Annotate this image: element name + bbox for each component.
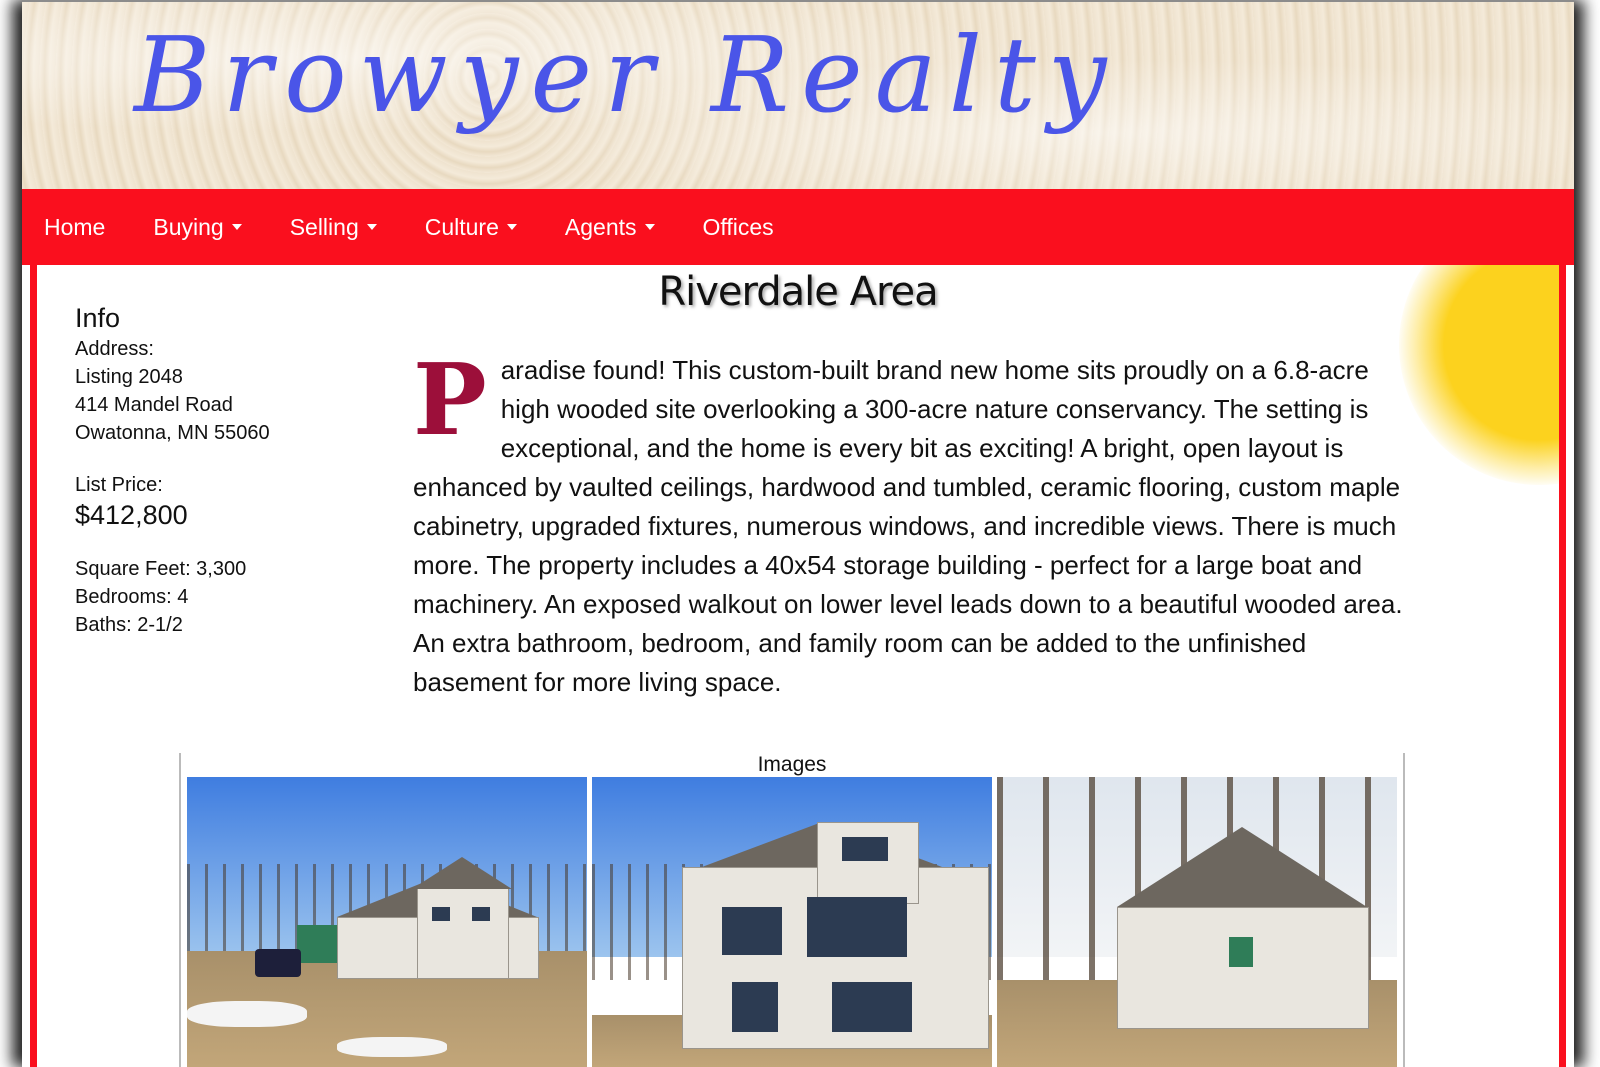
square-feet: Square Feet: 3,300: [75, 558, 247, 580]
nav-culture[interactable]: Culture: [425, 214, 517, 241]
header-banner: Browyer Realty: [22, 0, 1574, 189]
nav-agents-label: Agents: [564, 213, 637, 240]
house-front-photo[interactable]: [187, 777, 587, 1067]
caret-down-icon: [231, 224, 242, 230]
nav-culture-label: Culture: [424, 213, 499, 240]
house-rear-photo[interactable]: [592, 777, 992, 1067]
nav-selling[interactable]: Selling: [290, 214, 377, 241]
gallery-thumbnails: [187, 777, 1397, 1067]
description-text: aradise found! This custom-built brand n…: [413, 355, 1403, 697]
house-side-photo[interactable]: [997, 777, 1397, 1067]
main-content: Riverdale Area Info Address: Listing 204…: [30, 265, 1566, 1067]
info-panel: Info Address: Listing 2048 414 Mandel Ro…: [75, 301, 375, 639]
city-state-zip: Owatonna, MN 55060: [75, 422, 270, 444]
drop-cap: P: [413, 343, 487, 458]
baths: Baths: 2-1/2: [75, 614, 183, 636]
nav-home-label: Home: [44, 213, 106, 240]
page-frame: Browyer Realty Home Buying Selling Cultu…: [22, 0, 1574, 1067]
address-label: Address:: [75, 338, 154, 360]
list-price: $412,800: [75, 500, 188, 530]
listing-number: Listing 2048: [75, 366, 183, 388]
nav-offices[interactable]: Offices: [703, 214, 774, 241]
price-label: List Price:: [75, 474, 163, 496]
nav-offices-label: Offices: [702, 213, 774, 240]
caret-down-icon: [644, 224, 655, 230]
site-logo-title[interactable]: Browyer Realty: [134, 14, 1119, 136]
info-heading: Info: [75, 303, 121, 333]
image-gallery: Images: [179, 753, 1405, 1067]
nav-buying-label: Buying: [153, 213, 224, 240]
gallery-title: Images: [757, 753, 827, 776]
nav-selling-label: Selling: [289, 213, 359, 240]
nav-home[interactable]: Home: [44, 214, 105, 241]
street-address: 414 Mandel Road: [75, 394, 233, 416]
nav-list: Home Buying Selling Culture Agents Offic…: [22, 189, 1574, 265]
main-nav: Home Buying Selling Culture Agents Offic…: [22, 189, 1574, 265]
bedrooms: Bedrooms: 4: [75, 586, 189, 608]
listing-description: Paradise found! This custom-built brand …: [413, 351, 1413, 702]
nav-buying[interactable]: Buying: [153, 213, 242, 241]
caret-down-icon: [366, 224, 377, 230]
nav-agents[interactable]: Agents: [565, 214, 655, 241]
caret-down-icon: [506, 224, 517, 230]
